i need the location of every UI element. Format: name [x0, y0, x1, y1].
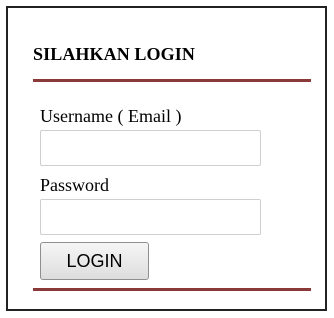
password-input[interactable] [40, 199, 261, 235]
password-label: Password [40, 175, 110, 195]
username-label: Username ( Email ) [40, 106, 182, 126]
top-divider [33, 79, 311, 82]
bottom-divider [33, 288, 311, 291]
login-title: SILAHKAN LOGIN [33, 44, 195, 64]
username-input[interactable] [40, 130, 261, 166]
login-button[interactable]: LOGIN [40, 242, 149, 280]
